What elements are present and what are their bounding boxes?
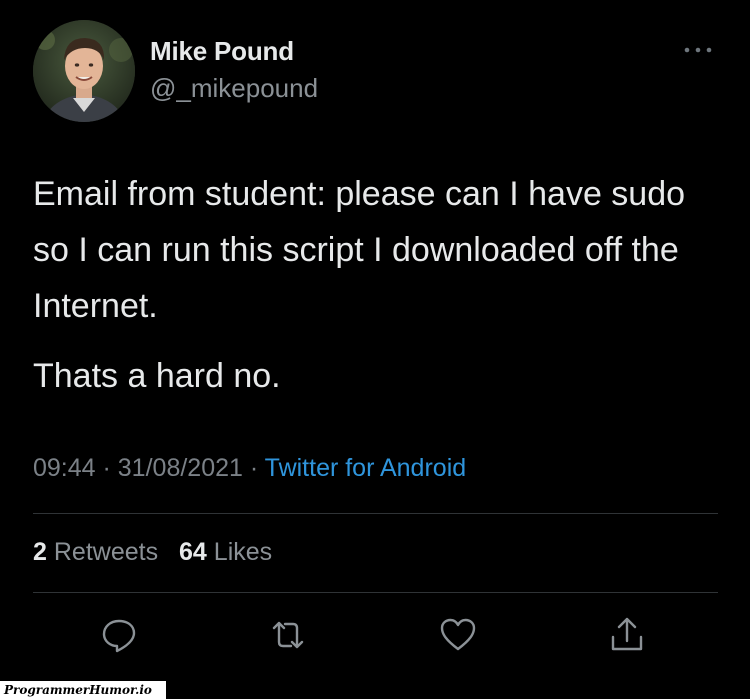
tweet-time[interactable]: 09:44 (33, 454, 96, 482)
retweets-count: 2 (33, 538, 47, 566)
watermark: ProgrammerHumor.io (0, 681, 166, 699)
tweet-card: Mike Pound @_mikepound Email from studen… (0, 0, 750, 699)
author-handle[interactable]: @_mikepound (150, 73, 318, 104)
tweet-source-link[interactable]: Twitter for Android (265, 454, 466, 482)
tweet-text-second-paragraph: Thats a hard no. (33, 357, 281, 395)
likes-count: 64 (179, 538, 207, 566)
meta-separator: · (95, 454, 118, 482)
likes-label: Likes (213, 538, 273, 566)
meta-separator: · (242, 454, 265, 482)
retweets-label: Retweets (53, 538, 159, 566)
retweets-stat[interactable]: 2 Retweets (33, 538, 158, 566)
tweet-text: Email from student: please can I have su… (33, 175, 686, 325)
tweet-date[interactable]: 31/08/2021 (118, 454, 243, 482)
avatar[interactable] (33, 20, 135, 122)
author-name[interactable]: Mike Pound (150, 36, 294, 67)
share-icon[interactable] (607, 615, 647, 655)
divider (33, 513, 718, 514)
heart-icon[interactable] (438, 615, 478, 655)
more-options-icon[interactable] (680, 40, 716, 60)
tweet-stats: 2 Retweets 64 Likes (33, 538, 286, 567)
retweet-icon[interactable] (268, 615, 308, 655)
likes-stat[interactable]: 64 Likes (179, 538, 272, 566)
reply-icon[interactable] (99, 615, 139, 655)
tweet-meta: 09:44 · 31/08/2021 · Twitter for Android (33, 454, 466, 483)
divider (33, 592, 718, 593)
